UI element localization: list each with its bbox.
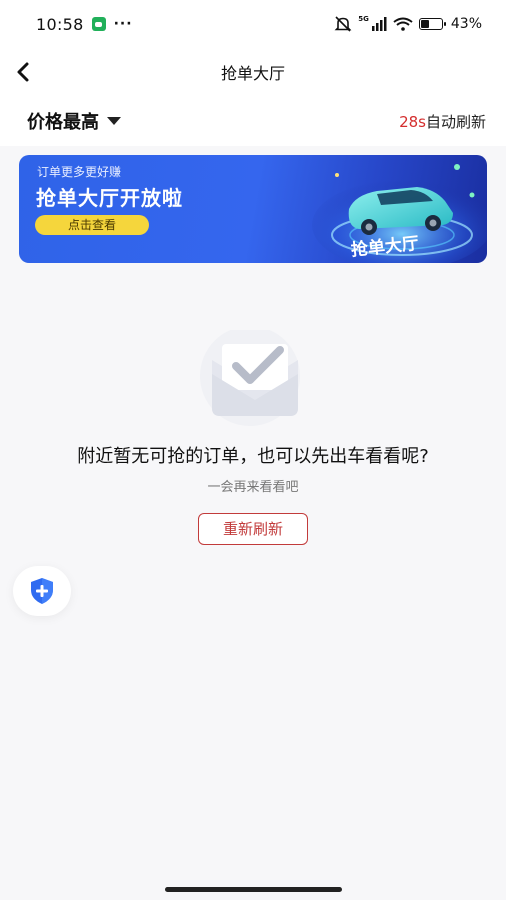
wifi-icon (393, 17, 413, 31)
promo-banner[interactable]: 订单更多更好赚 抢单大厅开放啦 点击查看 抢单大厅 (19, 155, 487, 263)
signal-icon (371, 17, 387, 31)
banner-title: 抢单大厅开放啦 (36, 186, 183, 210)
nav-bar: 抢单大厅 (0, 48, 506, 96)
refresh-countdown: 28s (399, 113, 426, 131)
app-notification-icon (91, 17, 106, 31)
status-right: 5G 43% (334, 15, 482, 32)
network-type: 5G (358, 15, 369, 23)
status-time: 10:58 (36, 14, 84, 34)
battery-icon (418, 18, 446, 30)
home-indicator[interactable] (165, 887, 342, 892)
car-illustration: 抢单大厅 (312, 164, 487, 263)
status-bar: 10:58 ··· 5G 43% (0, 0, 506, 48)
empty-subtitle: 一会再来看看吧 (207, 480, 299, 495)
shield-plus-icon (31, 578, 53, 604)
refresh-button[interactable]: 重新刷新 (198, 513, 308, 545)
refresh-label: 自动刷新 (425, 113, 486, 131)
empty-title: 附近暂无可抢的订单，也可以先出车看看呢? (77, 446, 429, 467)
sort-dropdown[interactable]: 价格最高 (27, 108, 121, 134)
safety-float-button[interactable] (13, 566, 71, 616)
page-title: 抢单大厅 (220, 64, 285, 83)
sort-label: 价格最高 (27, 112, 99, 133)
battery-percent: 43% (450, 16, 482, 32)
banner-view-button[interactable]: 点击查看 (35, 215, 149, 235)
banner-subtitle: 订单更多更好赚 (37, 165, 122, 179)
auto-refresh-timer: 28s自动刷新 (399, 111, 486, 132)
checkmark-envelope-icon (200, 330, 300, 426)
caret-down-icon (107, 117, 121, 125)
battery-fill (420, 20, 430, 28)
status-more-icon: ··· (113, 16, 133, 32)
mute-bell-icon (334, 16, 352, 32)
filter-row: 价格最高 28s自动刷新 (0, 100, 506, 142)
